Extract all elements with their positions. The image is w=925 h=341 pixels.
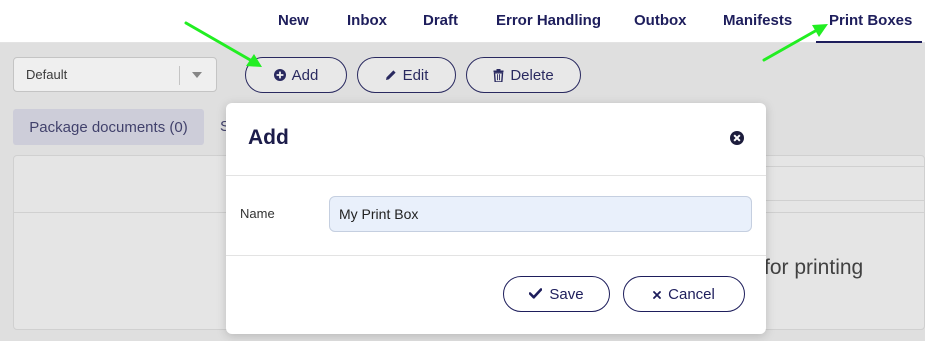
add-dialog: Add Name Save Cancel (226, 103, 766, 334)
trash-icon (493, 68, 504, 82)
cancel-button-label: Cancel (668, 285, 715, 303)
active-tab-indicator (816, 41, 922, 43)
tab-package-documents[interactable]: Package documents (0) (13, 109, 204, 145)
select-value: Default (26, 67, 68, 82)
nav-item-outbox[interactable]: Outbox (634, 12, 687, 29)
panel-field-bottom-border (754, 200, 925, 201)
select-divider (179, 66, 180, 85)
name-label: Name (240, 206, 275, 221)
nav-item-manifests[interactable]: Manifests (723, 12, 792, 29)
checkmark-icon (529, 286, 543, 303)
x-icon (653, 286, 662, 303)
dialog-footer-divider (226, 255, 766, 256)
plus-circle-icon (273, 69, 286, 81)
nav-item-print-boxes[interactable]: Print Boxes (829, 12, 912, 29)
dialog-title: Add (248, 126, 289, 149)
nav-item-inbox[interactable]: Inbox (347, 12, 387, 29)
chevron-down-icon (192, 72, 202, 78)
print-box-select[interactable]: Default (13, 57, 217, 92)
panel-field-top-border (754, 166, 925, 167)
add-button[interactable]: Add (245, 57, 347, 93)
dialog-header-divider (226, 175, 766, 176)
delete-button[interactable]: Delete (466, 57, 581, 93)
add-button-label: Add (291, 66, 319, 84)
pencil-icon (385, 69, 397, 81)
name-input[interactable] (329, 196, 752, 232)
cancel-button[interactable]: Cancel (623, 276, 745, 312)
nav-item-error-handling[interactable]: Error Handling (496, 12, 601, 29)
top-nav: New Inbox Draft Error Handling Outbox Ma… (0, 0, 925, 43)
close-icon[interactable] (730, 131, 744, 145)
save-button[interactable]: Save (503, 276, 610, 312)
edit-button[interactable]: Edit (357, 57, 456, 93)
nav-item-draft[interactable]: Draft (423, 12, 458, 29)
delete-button-label: Delete (510, 66, 554, 84)
empty-state-text: for printing (764, 256, 864, 279)
nav-item-new[interactable]: New (278, 12, 309, 29)
save-button-label: Save (549, 285, 584, 303)
edit-button-label: Edit (402, 66, 429, 84)
